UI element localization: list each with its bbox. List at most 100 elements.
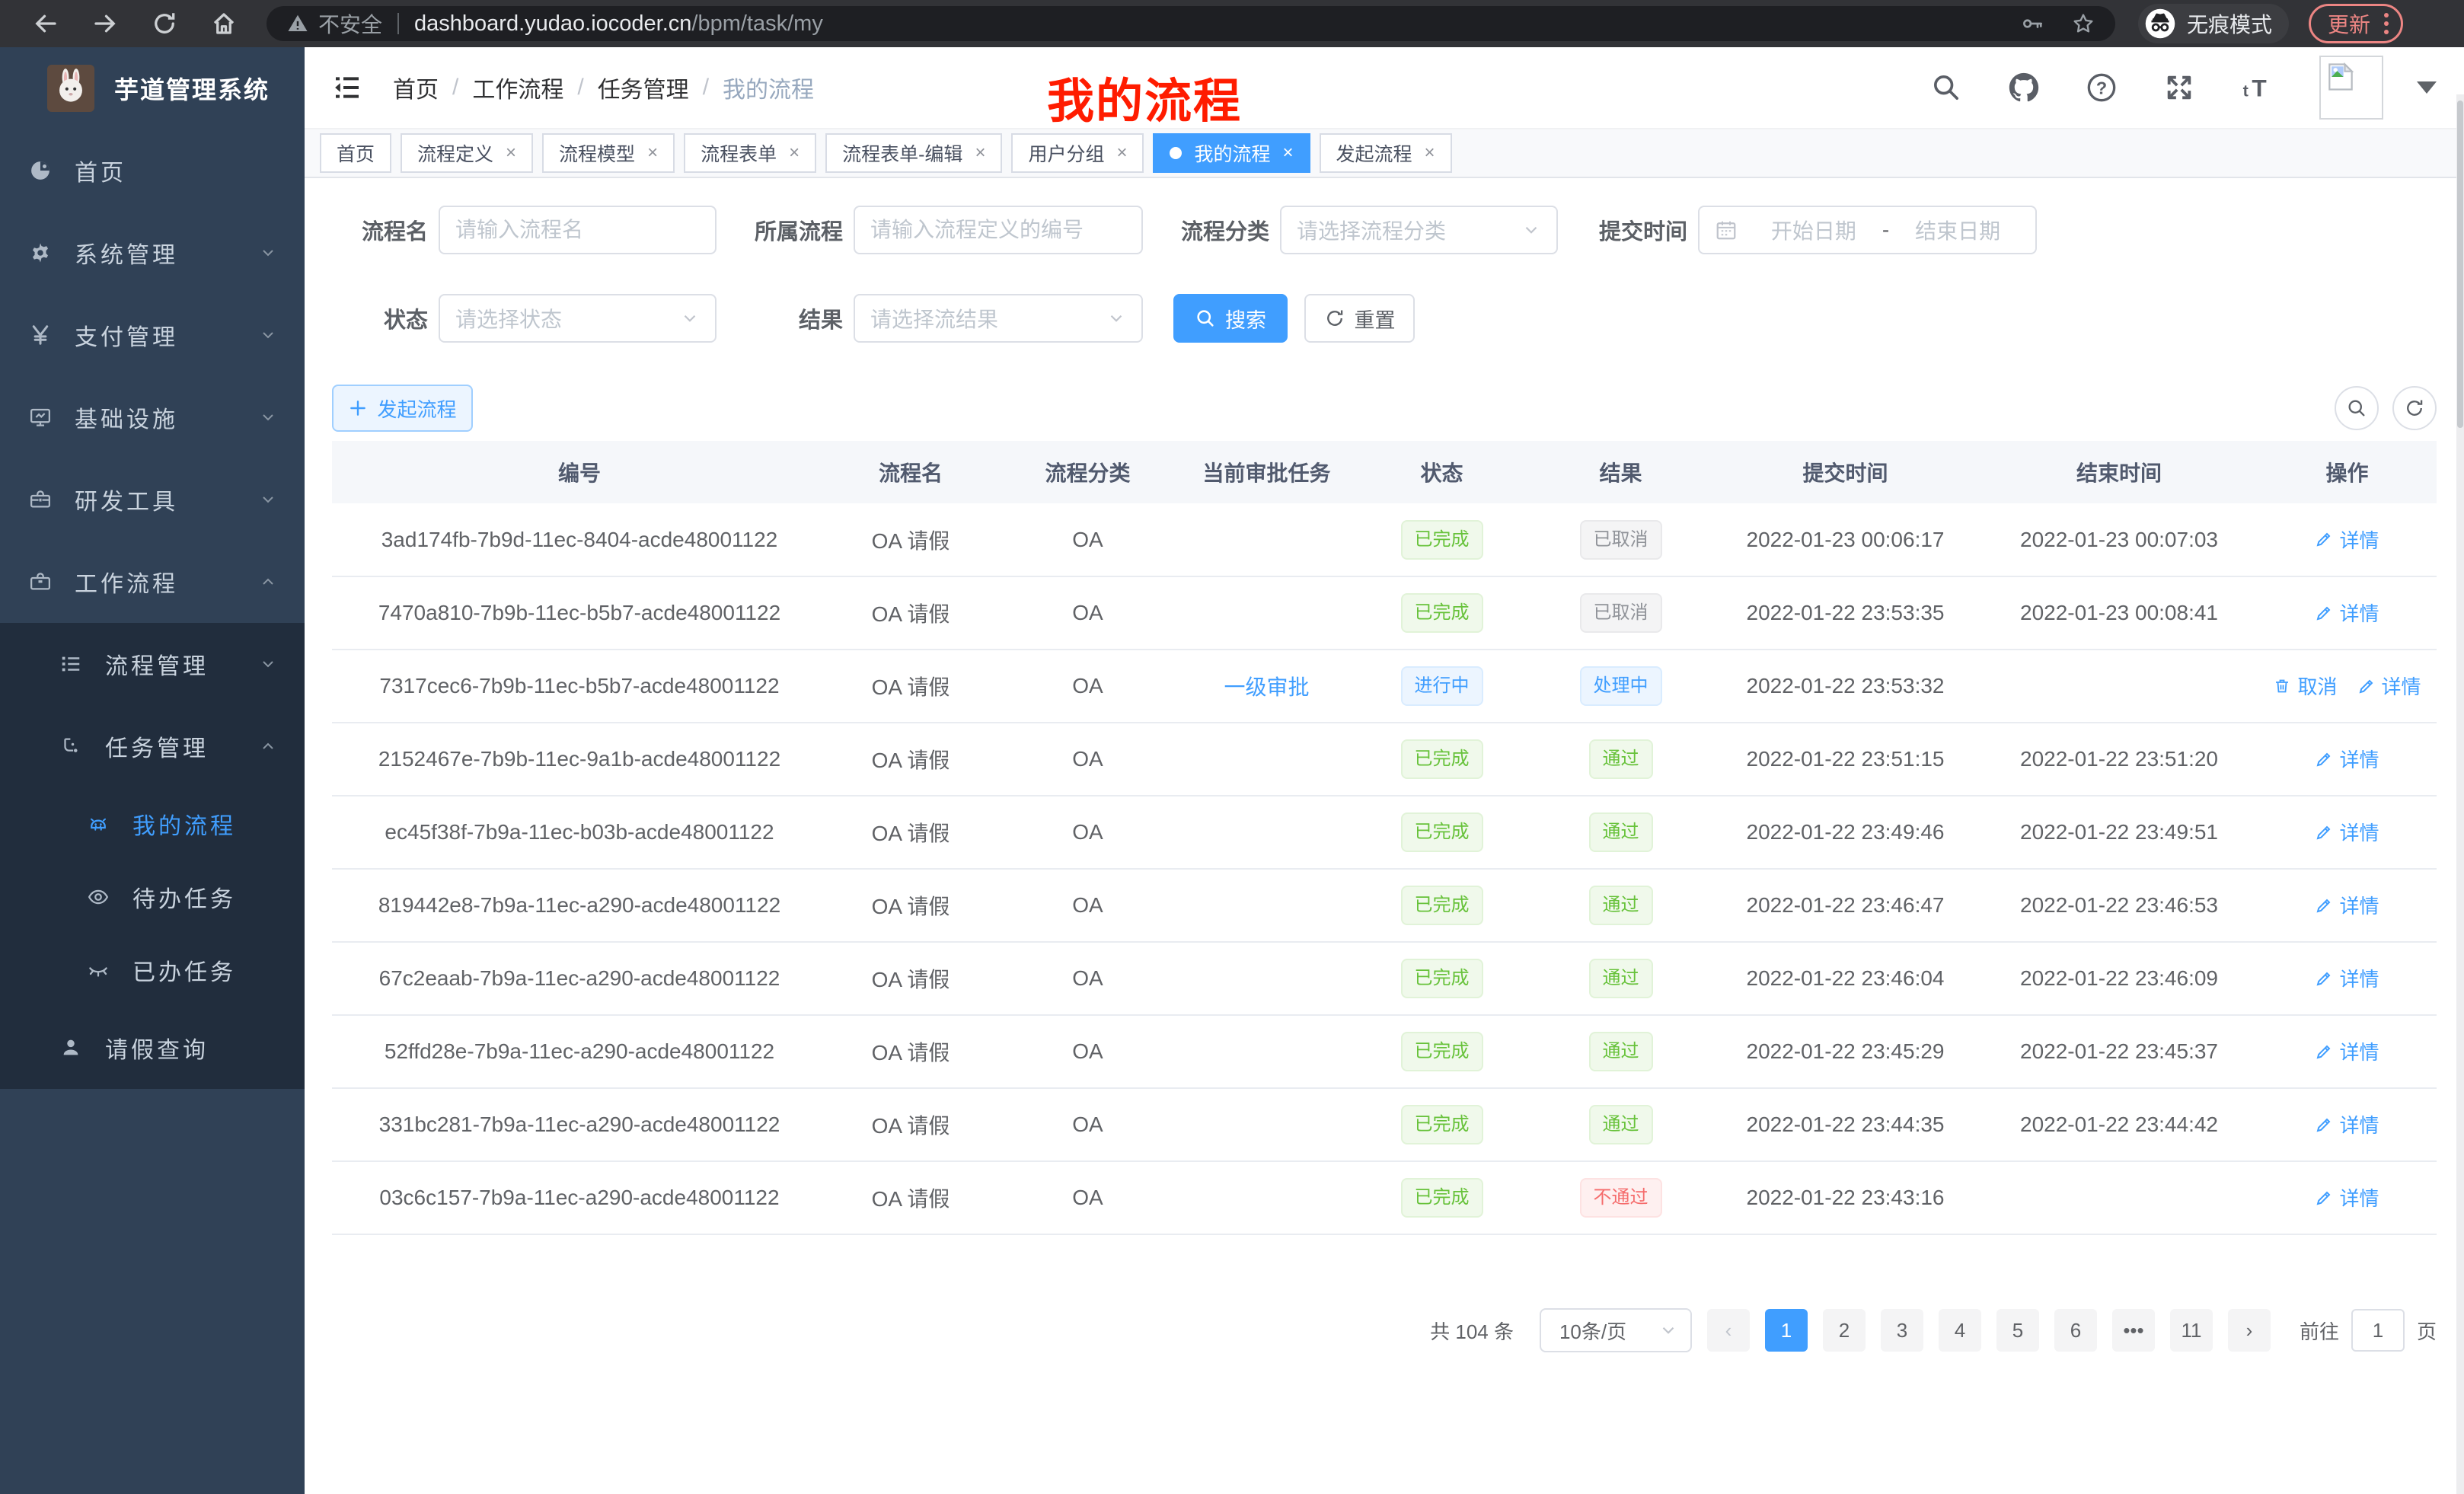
detail-action[interactable]: 详情 (2315, 1037, 2379, 1065)
menu-fold-icon[interactable] (332, 72, 362, 103)
page-button-5[interactable]: 5 (1996, 1309, 2039, 1352)
yen-icon (29, 324, 52, 346)
tab-close-icon[interactable]: × (1116, 142, 1127, 164)
detail-action[interactable]: 详情 (2315, 599, 2379, 627)
sidebar-item-process-mgmt[interactable]: 流程管理 (0, 623, 305, 705)
breadcrumb-item[interactable]: 任务管理 (598, 71, 689, 104)
tab-close-icon[interactable]: × (1283, 142, 1294, 164)
tab-close-icon[interactable]: × (1425, 142, 1435, 164)
detail-action[interactable]: 详情 (2315, 818, 2379, 846)
table-row: 52ffd28e-7b9a-11ec-a290-acde48001122OA 请… (332, 1015, 2437, 1088)
breadcrumb-item[interactable]: 工作流程 (472, 71, 563, 104)
update-button[interactable]: 更新 (2309, 4, 2403, 43)
tab-close-icon[interactable]: × (789, 142, 800, 164)
sidebar-item-home[interactable]: 首页 (0, 129, 305, 212)
breadcrumb-item[interactable]: 首页 (393, 71, 439, 104)
page-size-select[interactable]: 10条/页 (1540, 1308, 1692, 1352)
next-page-button[interactable]: › (2228, 1309, 2271, 1352)
tab-用户分组[interactable]: 用户分组× (1011, 133, 1144, 173)
process-name-input[interactable] (439, 206, 717, 254)
sidebar-item-devtools[interactable]: 研发工具 (0, 458, 305, 541)
omnibox-divider (397, 13, 399, 34)
cell-category: OA (994, 942, 1181, 1015)
detail-action[interactable]: 详情 (2315, 964, 2379, 992)
main-content: 首页 / 工作流程 / 任务管理 / 我的流程 ? tT 我的流程 首页流程定义… (305, 47, 2464, 1494)
tab-发起流程[interactable]: 发起流程× (1320, 133, 1452, 173)
page-button-3[interactable]: 3 (1881, 1309, 1923, 1352)
font-size-icon[interactable]: tT (2242, 72, 2272, 103)
avatar[interactable] (2319, 56, 2383, 120)
sidebar-item-leave-query[interactable]: 请假查询 (0, 1007, 305, 1089)
more-pages-button[interactable]: ••• (2112, 1309, 2155, 1352)
process-category-select[interactable]: 请选择流程分类 (1280, 206, 1558, 254)
scrollbar-thumb[interactable] (2457, 101, 2463, 428)
sidebar-item-my-process[interactable]: 我的流程 (0, 787, 305, 860)
tab-流程表单[interactable]: 流程表单× (684, 133, 816, 173)
tab-首页[interactable]: 首页 (320, 133, 391, 173)
tab-我的流程[interactable]: 我的流程× (1153, 133, 1310, 173)
search-button[interactable]: 搜索 (1173, 294, 1288, 343)
detail-action[interactable]: 详情 (2315, 745, 2379, 773)
help-icon[interactable]: ? (2086, 72, 2117, 103)
page-button-6[interactable]: 6 (2054, 1309, 2097, 1352)
cell-actions: 详情 (2258, 942, 2437, 1015)
tab-流程模型[interactable]: 流程模型 × (542, 133, 675, 173)
submit-time-range-picker[interactable]: 开始日期 - 结束日期 (1698, 206, 2037, 254)
sidebar-item-todo-tasks[interactable]: 待办任务 (0, 860, 305, 934)
bookmark-star-icon[interactable] (2071, 11, 2095, 36)
avatar-dropdown-caret[interactable] (2417, 81, 2437, 94)
page-button-2[interactable]: 2 (1823, 1309, 1866, 1352)
status-select[interactable]: 请选择状态 (439, 294, 717, 343)
security-label: 不安全 (318, 8, 382, 39)
parent-process-field[interactable] (870, 218, 1126, 242)
reset-button[interactable]: 重置 (1304, 294, 1415, 343)
start-process-button[interactable]: 发起流程 (332, 385, 473, 432)
tab-流程定义[interactable]: 流程定义× (401, 133, 533, 173)
home-icon[interactable] (210, 10, 238, 37)
address-bar[interactable]: 不安全 dashboard.yudao.iocoder.cn/bpm/task/… (267, 6, 2115, 41)
detail-action[interactable]: 详情 (2357, 672, 2421, 700)
goto-page-input[interactable] (2351, 1309, 2405, 1352)
reload-icon[interactable] (151, 10, 178, 37)
cell-submit-time: 2022-01-22 23:49:46 (1710, 796, 1980, 869)
sidebar-item-system[interactable]: 系统管理 (0, 212, 305, 294)
detail-action[interactable]: 详情 (2315, 891, 2379, 919)
process-category-label: 流程分类 (1173, 214, 1269, 246)
tab-close-icon[interactable]: × (647, 142, 658, 164)
page-button-4[interactable]: 4 (1939, 1309, 1981, 1352)
github-icon[interactable] (2009, 72, 2039, 103)
scrollbar[interactable] (2456, 94, 2464, 1494)
prev-page-button[interactable]: ‹ (1707, 1309, 1750, 1352)
password-key-icon[interactable] (2021, 11, 2045, 36)
search-icon[interactable] (1931, 72, 1961, 103)
tab-close-icon[interactable]: × (975, 142, 985, 164)
parent-process-input[interactable] (854, 206, 1143, 254)
tab-label: 流程模型 (559, 139, 635, 167)
page-button-1[interactable]: 1 (1765, 1309, 1808, 1352)
chevron-up-icon (259, 573, 277, 591)
sidebar-item-infra[interactable]: 基础设施 (0, 376, 305, 458)
sidebar-item-workflow[interactable]: 工作流程 (0, 541, 305, 623)
sidebar-item-done-tasks[interactable]: 已办任务 (0, 934, 305, 1007)
result-select[interactable]: 请选择流结果 (854, 294, 1143, 343)
sidebar-item-task-mgmt[interactable]: 任务管理 (0, 705, 305, 787)
forward-icon[interactable] (91, 10, 119, 37)
detail-action[interactable]: 详情 (2315, 525, 2379, 554)
current-task-link[interactable]: 一级审批 (1224, 675, 1309, 699)
refresh-table-button[interactable] (2392, 386, 2437, 430)
back-icon[interactable] (32, 10, 59, 37)
table-row: 3ad174fb-7b9d-11ec-8404-acde48001122OA 请… (332, 503, 2437, 576)
cell-end-time: 2022-01-22 23:49:51 (1980, 796, 2258, 869)
show-search-button[interactable] (2335, 386, 2379, 430)
tab-close-icon[interactable]: × (506, 142, 516, 164)
fullscreen-icon[interactable] (2164, 72, 2194, 103)
tab-流程表单-编辑[interactable]: 流程表单-编辑× (825, 133, 1002, 173)
sidebar-item-payment[interactable]: 支付管理 (0, 294, 305, 376)
detail-action[interactable]: 详情 (2315, 1110, 2379, 1138)
detail-action[interactable]: 详情 (2315, 1183, 2379, 1211)
page-button-11[interactable]: 11 (2170, 1309, 2213, 1352)
process-name-field[interactable] (455, 218, 700, 242)
cell-end-time: 2022-01-22 23:44:42 (1980, 1088, 2258, 1161)
browser-menu-icon[interactable] (2384, 13, 2389, 34)
cancel-action[interactable]: 取消 (2273, 672, 2337, 700)
